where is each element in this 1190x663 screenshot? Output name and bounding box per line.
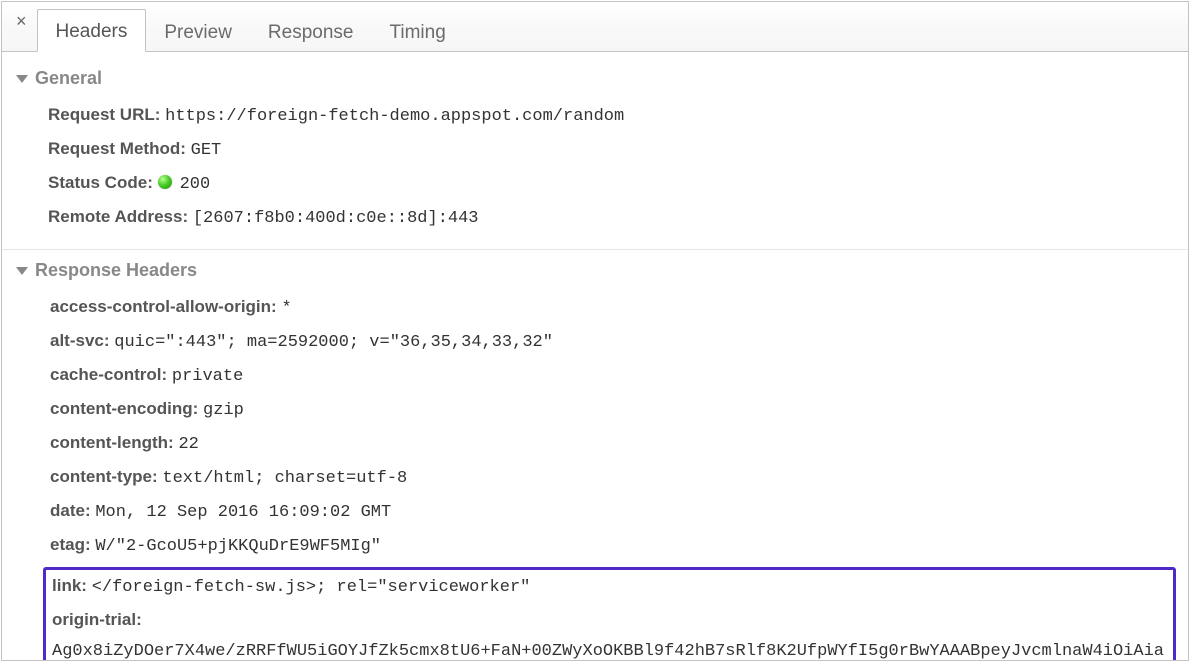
- tab-headers[interactable]: Headers: [37, 9, 147, 52]
- label: content-encoding: [50, 393, 203, 425]
- row-status-code: Status Code 200: [48, 167, 1188, 201]
- label: origin-trial: [52, 604, 146, 636]
- section-title-label: Response Headers: [35, 260, 197, 281]
- row-alt-svc: alt-svc quic=":443"; ma=2592000; v="36,3…: [50, 325, 1188, 359]
- status-code-text: 200: [180, 175, 211, 194]
- headers-content: General Request URL https://foreign-fetc…: [2, 52, 1188, 660]
- tabs-bar: × Headers Preview Response Timing: [2, 2, 1188, 52]
- value: Ag0x8iZyDOer7X4we/zRRFfWU5iGOYJfZk5cmx8t…: [52, 636, 1167, 660]
- highlighted-headers-box: link </foreign-fetch-sw.js>; rel="servic…: [43, 567, 1176, 660]
- row-content-encoding: content-encoding gzip: [50, 393, 1188, 427]
- label: cache-control: [50, 359, 172, 391]
- general-list: Request URL https://foreign-fetch-demo.a…: [2, 99, 1188, 249]
- label: content-length: [50, 427, 178, 459]
- response-headers-list: access-control-allow-origin * alt-svc qu…: [2, 291, 1188, 563]
- label: link: [52, 570, 92, 602]
- close-icon[interactable]: ×: [12, 11, 37, 42]
- label: date: [50, 495, 95, 527]
- row-etag: etag W/"2-GcoU5+pjKKQuDrE9WF5MIg": [50, 529, 1188, 563]
- section-title-label: General: [35, 68, 102, 89]
- row-remote-address: Remote Address [2607:f8b0:400d:c0e::8d]:…: [48, 201, 1188, 235]
- value: quic=":443"; ma=2592000; v="36,35,34,33,…: [114, 327, 553, 359]
- label: Status Code: [48, 167, 158, 199]
- network-details-panel: × Headers Preview Response Timing Genera…: [1, 1, 1189, 661]
- label: access-control-allow-origin: [50, 291, 281, 323]
- tab-preview[interactable]: Preview: [146, 11, 250, 52]
- tab-response[interactable]: Response: [250, 11, 372, 52]
- row-origin-trial: origin-trial Ag0x8iZyDOer7X4we/zRRFfWU5i…: [52, 604, 1167, 660]
- label: etag: [50, 529, 95, 561]
- status-dot-icon: [158, 175, 172, 189]
- chevron-down-icon: [16, 267, 28, 275]
- section-general: General Request URL https://foreign-fetc…: [2, 58, 1188, 250]
- value: [2607:f8b0:400d:c0e::8d]:443: [193, 203, 479, 235]
- value: *: [281, 293, 291, 325]
- tab-timing[interactable]: Timing: [371, 11, 463, 52]
- row-date: date Mon, 12 Sep 2016 16:09:02 GMT: [50, 495, 1188, 529]
- section-toggle-general[interactable]: General: [2, 58, 1188, 99]
- value: gzip: [203, 395, 244, 427]
- value: </foreign-fetch-sw.js>; rel="servicework…: [92, 572, 531, 604]
- value: 200: [158, 169, 211, 201]
- row-cache-control: cache-control private: [50, 359, 1188, 393]
- value: GET: [191, 135, 222, 167]
- value: private: [172, 361, 243, 393]
- value: 22: [178, 429, 198, 461]
- value: https://foreign-fetch-demo.appspot.com/r…: [165, 101, 624, 133]
- value: W/"2-GcoU5+pjKKQuDrE9WF5MIg": [95, 531, 381, 563]
- label: Request Method: [48, 133, 191, 165]
- row-link: link </foreign-fetch-sw.js>; rel="servic…: [52, 570, 1167, 604]
- section-response-headers: Response Headers access-control-allow-or…: [2, 250, 1188, 660]
- row-content-length: content-length 22: [50, 427, 1188, 461]
- value: text/html; charset=utf-8: [162, 463, 407, 495]
- row-request-method: Request Method GET: [48, 133, 1188, 167]
- row-request-url: Request URL https://foreign-fetch-demo.a…: [48, 99, 1188, 133]
- label: alt-svc: [50, 325, 114, 357]
- chevron-down-icon: [16, 75, 28, 83]
- row-access-control-allow-origin: access-control-allow-origin *: [50, 291, 1188, 325]
- label: content-type: [50, 461, 162, 493]
- label: Remote Address: [48, 201, 193, 233]
- value: Mon, 12 Sep 2016 16:09:02 GMT: [95, 497, 391, 529]
- section-toggle-response-headers[interactable]: Response Headers: [2, 250, 1188, 291]
- label: Request URL: [48, 99, 165, 131]
- row-content-type: content-type text/html; charset=utf-8: [50, 461, 1188, 495]
